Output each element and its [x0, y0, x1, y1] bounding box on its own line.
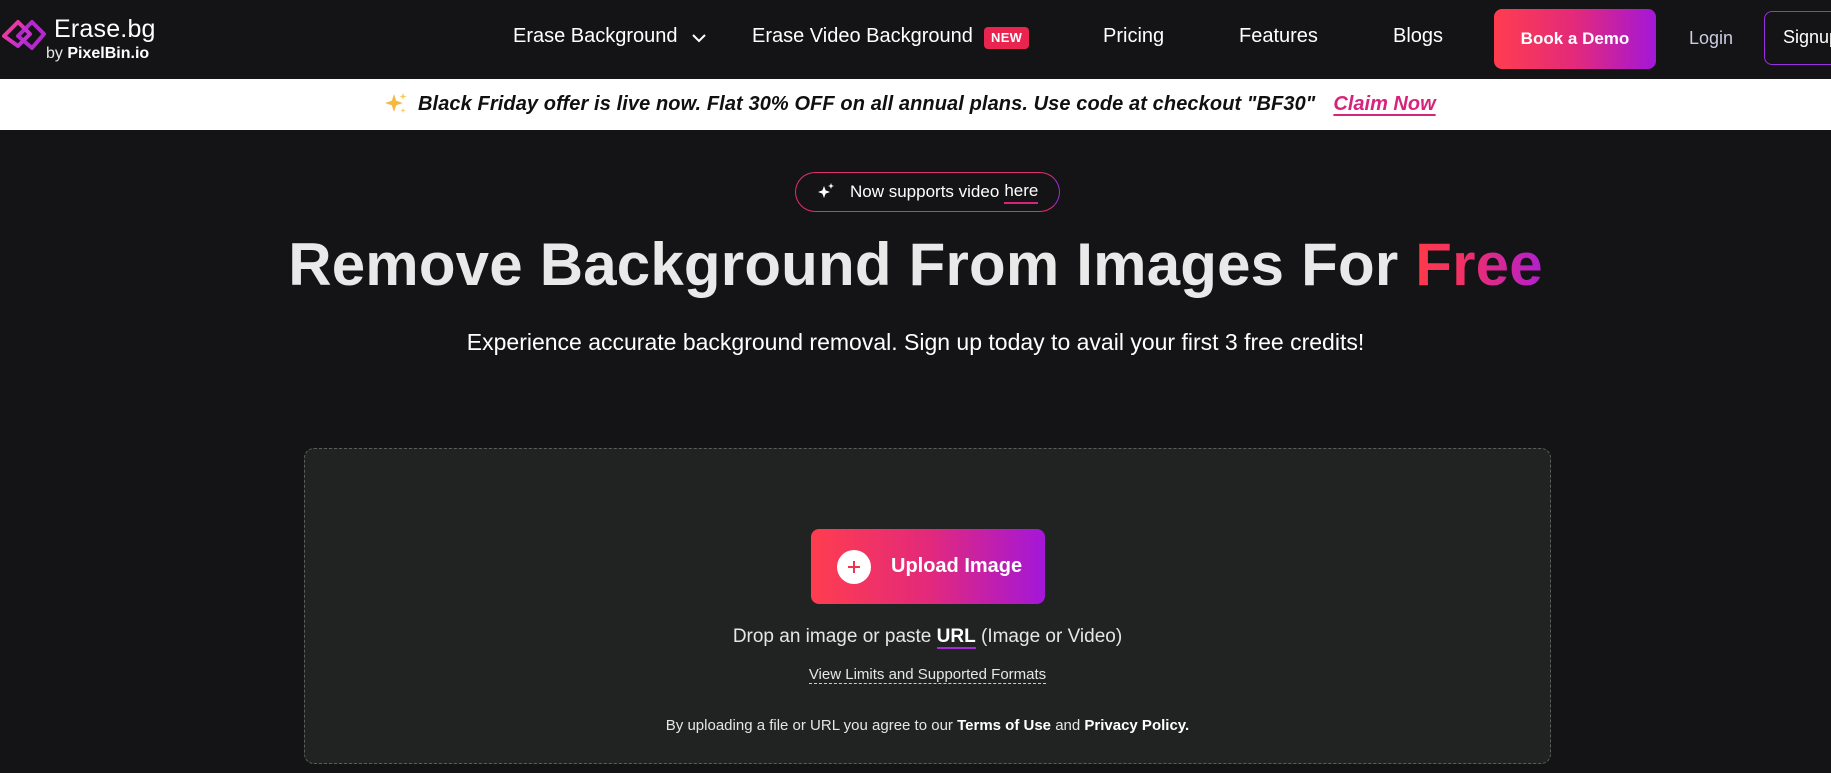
brand-byline: by PixelBin.io: [46, 45, 149, 63]
terms-notice: By uploading a file or URL you agree to …: [0, 717, 1831, 734]
pill-here-link[interactable]: here: [1004, 181, 1039, 204]
top-navbar: Erase.bg by PixelBin.io Erase Background…: [0, 0, 1831, 79]
sparkle-emoji-icon: [385, 93, 407, 113]
sparkles-icon: [818, 183, 834, 198]
terms-prefix: By uploading a file or URL you agree to …: [665, 717, 953, 734]
nav-erase-background[interactable]: Erase Background: [513, 25, 678, 48]
brand-name: Erase.bg: [54, 15, 156, 43]
limits-row: View Limits and Supported Formats: [0, 666, 1831, 684]
byline-company: PixelBin.io: [67, 45, 150, 62]
brand-logo[interactable]: Erase.bg by PixelBin.io: [0, 12, 180, 66]
nav-features[interactable]: Features: [1239, 25, 1318, 48]
terms-and: and: [1055, 717, 1081, 734]
plus-circle-icon: [837, 549, 871, 584]
byline-prefix: by: [46, 45, 63, 62]
drop-prefix: Drop an image or paste: [732, 626, 932, 647]
privacy-policy-link[interactable]: Privacy Policy.: [1084, 717, 1189, 734]
login-link[interactable]: Login: [1689, 28, 1733, 49]
chevron-down-icon[interactable]: [690, 31, 708, 45]
nav-erase-video-background[interactable]: Erase Video Background: [752, 25, 973, 48]
drop-suffix: (Image or Video): [981, 626, 1123, 647]
claim-now-link[interactable]: Claim Now: [1333, 93, 1435, 116]
upload-button-label: Upload Image: [891, 555, 1023, 577]
nav-pricing[interactable]: Pricing: [1103, 25, 1164, 48]
new-badge: NEW: [984, 27, 1030, 49]
terms-of-use-link[interactable]: Terms of Use: [957, 717, 1051, 734]
drop-instructions: Drop an image or paste URL (Image or Vid…: [0, 626, 1831, 649]
paste-url-link[interactable]: URL: [936, 626, 976, 649]
promo-banner-content: Black Friday offer is live now. Flat 30%…: [384, 92, 1436, 116]
upload-image-button[interactable]: Upload Image: [811, 529, 1045, 604]
pill-text: Now supports video: [850, 182, 1000, 201]
erase-bg-logo-icon: [2, 20, 46, 50]
signup-button[interactable]: Signup: [1764, 11, 1831, 65]
page-title-accent: Free: [1415, 231, 1543, 298]
promo-text: Black Friday offer is live now. Flat 30%…: [418, 92, 1316, 115]
page-title: Remove Background From Images For Free: [0, 230, 1831, 299]
nav-blogs[interactable]: Blogs: [1393, 25, 1443, 48]
view-limits-link[interactable]: View Limits and Supported Formats: [808, 666, 1047, 684]
book-demo-button[interactable]: Book a Demo: [1494, 9, 1656, 69]
video-support-pill[interactable]: Now supports video here: [795, 172, 1060, 212]
page-title-main: Remove Background From Images For: [288, 231, 1399, 298]
promo-banner: Black Friday offer is live now. Flat 30%…: [0, 79, 1831, 130]
hero-subtitle: Experience accurate background removal. …: [466, 329, 1365, 355]
